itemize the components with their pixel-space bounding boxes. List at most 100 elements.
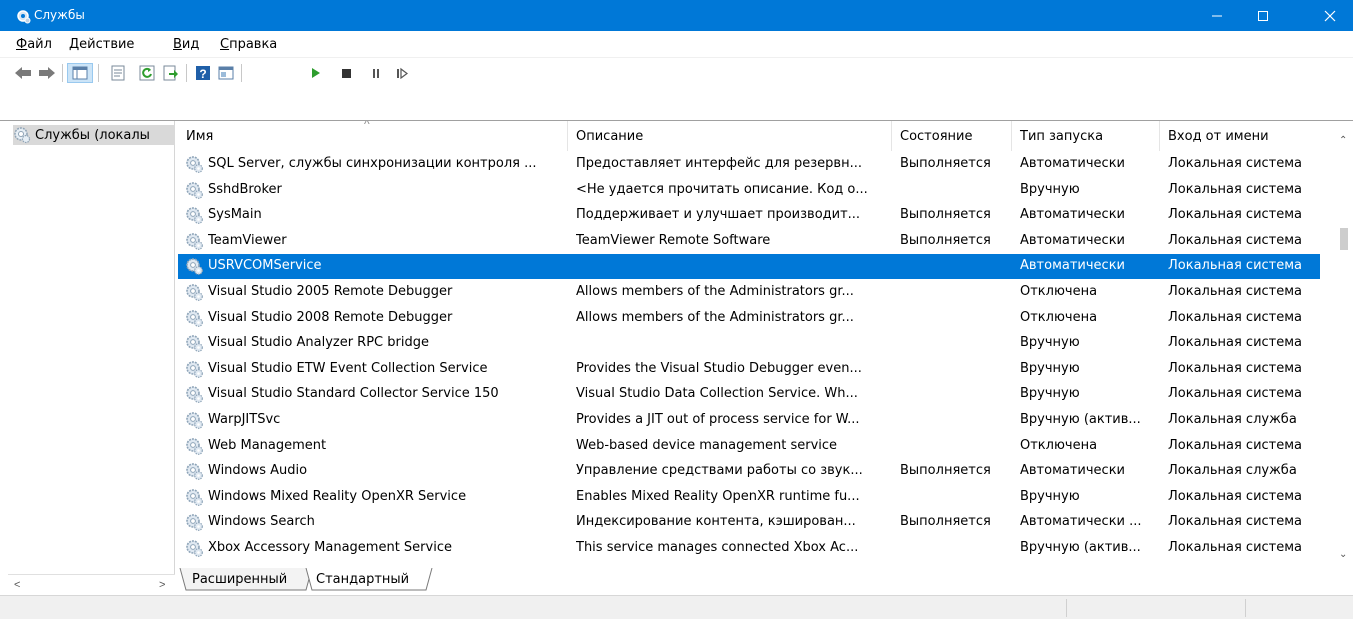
tab-extended[interactable]: Расширенный — [192, 568, 287, 590]
refresh-button[interactable] — [137, 63, 157, 83]
cell-logon-as: Локальная система — [1168, 181, 1303, 197]
scrollbar-thumb[interactable] — [1340, 228, 1348, 250]
table-row[interactable]: SshdBroker <Не удается прочитать описание… — [178, 178, 1320, 203]
service-gear-icon — [186, 386, 203, 404]
column-header-label: Имя — [186, 128, 214, 144]
cell-startup-type: Вручную (актив... — [1020, 540, 1141, 555]
status-divider — [1245, 599, 1246, 617]
tree-horizontal-scrollbar[interactable]: < > — [8, 574, 175, 594]
table-row[interactable]: Visual Studio ETW Event Collection Servi… — [178, 357, 1320, 382]
service-gear-icon — [186, 463, 203, 481]
table-row[interactable]: Visual Studio Analyzer RPC bridge Вручную… — [178, 331, 1320, 356]
scroll-right-icon[interactable]: > — [159, 579, 165, 591]
table-row[interactable]: TeamViewer TeamViewer Remote Software Выпо… — [178, 229, 1320, 254]
cell-logon-as: Локальная система — [1168, 232, 1303, 248]
cell-startup-type: Отключена — [1020, 309, 1098, 325]
service-gear-icon — [186, 540, 203, 557]
cell-name: Visual Studio Analyzer RPC bridge — [208, 335, 429, 351]
pause-service-button[interactable] — [366, 63, 386, 83]
refresh-icon — [139, 65, 155, 81]
menu-action[interactable]: Действие — [69, 37, 134, 52]
scroll-down-icon[interactable]: ⌄ — [1339, 549, 1347, 560]
service-gear-icon — [186, 232, 203, 250]
cell-name: Xbox Accessory Management Service — [208, 540, 452, 555]
column-header-status[interactable]: Состояние — [892, 121, 1012, 151]
start-service-button[interactable] — [305, 63, 325, 83]
table-row[interactable]: Visual Studio 2008 Remote Debugger Allows… — [178, 306, 1320, 331]
table-row[interactable]: Visual Studio 2005 Remote Debugger Allows… — [178, 280, 1320, 305]
back-button[interactable] — [13, 63, 33, 83]
maximize-button[interactable] — [1240, 0, 1286, 31]
resume-service-icon — [397, 67, 408, 79]
status-bar — [0, 595, 1353, 619]
menu-view[interactable]: Вид — [173, 37, 199, 52]
cell-startup-type: Вручную (актив... — [1020, 412, 1141, 427]
export-button[interactable] — [161, 63, 181, 83]
properties-button[interactable] — [108, 63, 128, 83]
column-header-description[interactable]: Описание — [568, 121, 892, 151]
cell-logon-as: Локальная система — [1168, 540, 1303, 555]
toolbar-separator — [98, 64, 99, 82]
tree-item-label: Службы (локалы — [35, 127, 150, 143]
cell-name: Visual Studio 2008 Remote Debugger — [208, 309, 453, 325]
cell-name: WarpJITSvc — [208, 412, 281, 427]
table-row[interactable]: WarpJITSvc Provides a JIT out of process … — [178, 408, 1320, 433]
table-row[interactable]: Visual Studio Standard Collector Service… — [178, 382, 1320, 407]
column-header-label: Тип запуска — [1020, 128, 1104, 144]
console-tree-button[interactable] — [67, 63, 93, 83]
table-row[interactable]: Web Management Web-based device managemen… — [178, 434, 1320, 459]
table-vertical-scrollbar[interactable]: ⌃ ⌄ — [1335, 121, 1353, 566]
cell-name: Visual Studio Standard Collector Service… — [208, 386, 499, 402]
table-row[interactable]: Xbox Accessory Management Service This se… — [178, 536, 1320, 561]
menu-help[interactable]: Справка — [220, 37, 277, 52]
column-header-name[interactable]: Имя — [178, 121, 568, 151]
resume-service-button[interactable] — [392, 63, 412, 83]
minimize-button[interactable] — [1194, 0, 1240, 31]
stop-service-button[interactable] — [336, 63, 356, 83]
cell-logon-as: Локальная система — [1168, 335, 1303, 351]
service-gear-icon — [186, 360, 203, 378]
title-bar: Службы — [0, 0, 1353, 31]
service-gear-icon — [186, 437, 203, 455]
tree-item-services-local[interactable]: Службы (локалы — [13, 125, 175, 145]
table-row[interactable]: USRVCOMService Автоматически Локальная сис… — [178, 254, 1320, 280]
cell-logon-as: Локальная система — [1168, 488, 1303, 504]
table-row[interactable]: SQL Server, службы синхронизации контрол… — [178, 152, 1320, 177]
scroll-left-icon[interactable]: < — [14, 579, 20, 591]
console-tree-icon — [72, 66, 88, 80]
sort-ascending-icon: ^ — [364, 121, 370, 131]
cell-description: Enables Mixed Reality OpenXR runtime fu.… — [576, 488, 860, 504]
cell-startup-type: Вручную — [1020, 360, 1080, 376]
service-gear-icon — [186, 207, 203, 225]
service-gear-icon — [186, 309, 203, 327]
table-row[interactable]: Windows Search Индексирование контента, к… — [178, 510, 1320, 535]
view-button[interactable] — [216, 63, 236, 83]
tab-standard[interactable]: Стандартный — [316, 568, 409, 590]
close-icon — [1324, 10, 1336, 21]
toolbar-separator — [62, 64, 63, 82]
scroll-up-icon[interactable]: ⌃ — [1339, 135, 1347, 146]
column-header-startup-type[interactable]: Тип запуска — [1012, 121, 1160, 151]
table-row[interactable]: Windows Audio Управление средствами работ… — [178, 459, 1320, 484]
cell-startup-type: Вручную — [1020, 488, 1080, 504]
close-button[interactable] — [1307, 0, 1353, 31]
cell-name: Windows Search — [208, 514, 315, 530]
table-row[interactable]: Windows Mixed Reality OpenXR Service Enab… — [178, 485, 1320, 510]
cell-startup-type: Вручную — [1020, 386, 1080, 402]
forward-button[interactable] — [37, 63, 57, 83]
column-header-label: Состояние — [900, 128, 973, 144]
column-header-label: Описание — [576, 128, 644, 144]
column-header-logon-as[interactable]: Вход от имени — [1160, 121, 1320, 151]
cell-status: Выполняется — [900, 514, 991, 530]
menu-file[interactable]: Файл — [16, 37, 52, 52]
service-gear-icon — [186, 181, 203, 199]
help-button[interactable]: ? — [193, 63, 213, 83]
cell-name: SshdBroker — [208, 181, 282, 197]
window-title: Службы — [34, 8, 85, 22]
services-gear-icon — [17, 10, 31, 24]
cell-description: Индексирование контента, кэширован... — [576, 514, 856, 530]
minimize-icon — [1212, 15, 1222, 16]
toolbar: ? — [0, 57, 1353, 87]
cell-name: USRVCOMService — [208, 258, 322, 274]
table-row[interactable]: SysMain Поддерживает и улучшает производи… — [178, 203, 1320, 228]
